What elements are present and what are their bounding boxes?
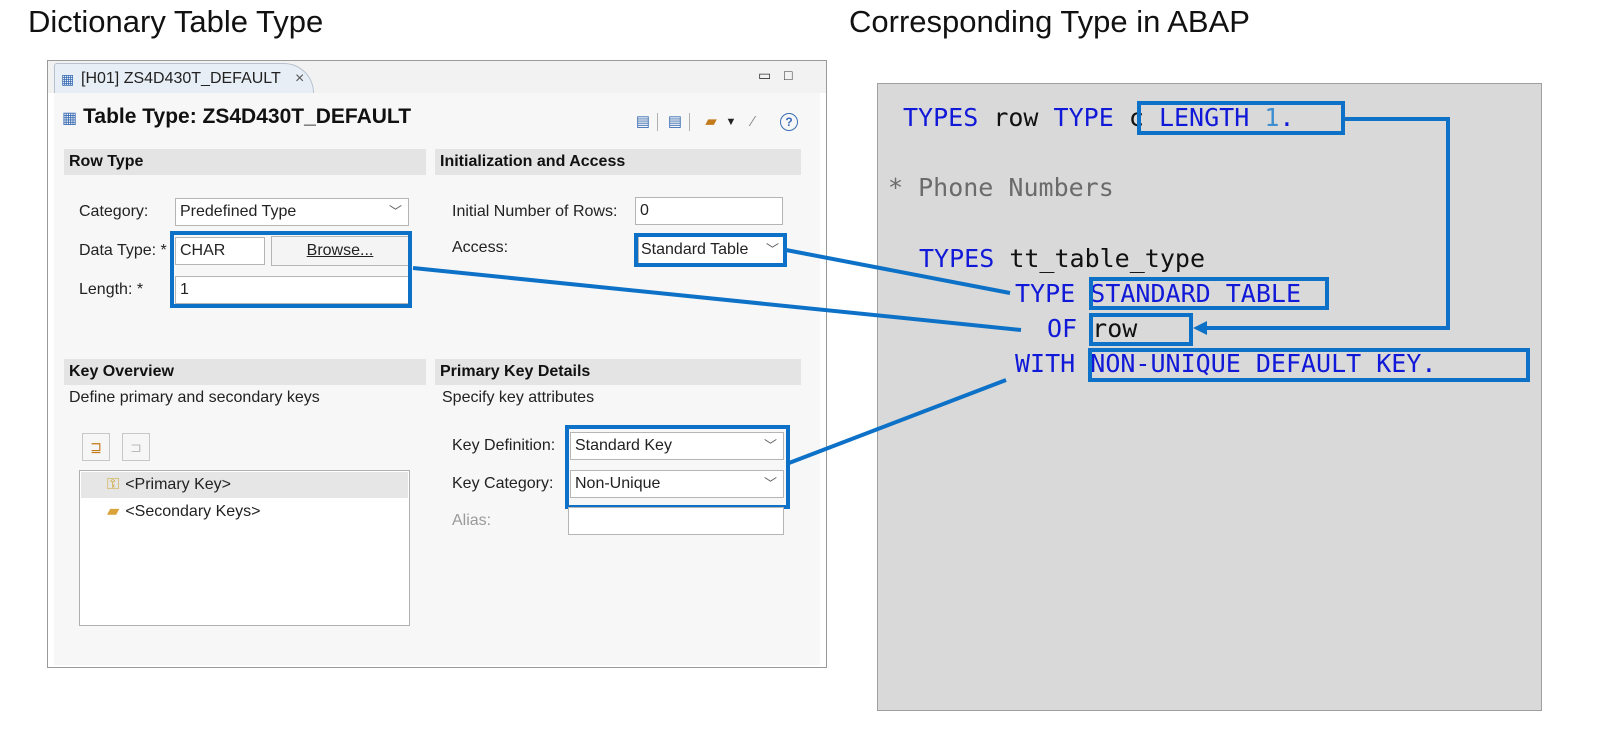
connector-lines [412,117,1450,465]
connector-key [788,378,1007,465]
connector-length-to-row [1205,117,1450,330]
connector-access [785,248,1011,295]
arrowhead-icon [1193,321,1207,335]
